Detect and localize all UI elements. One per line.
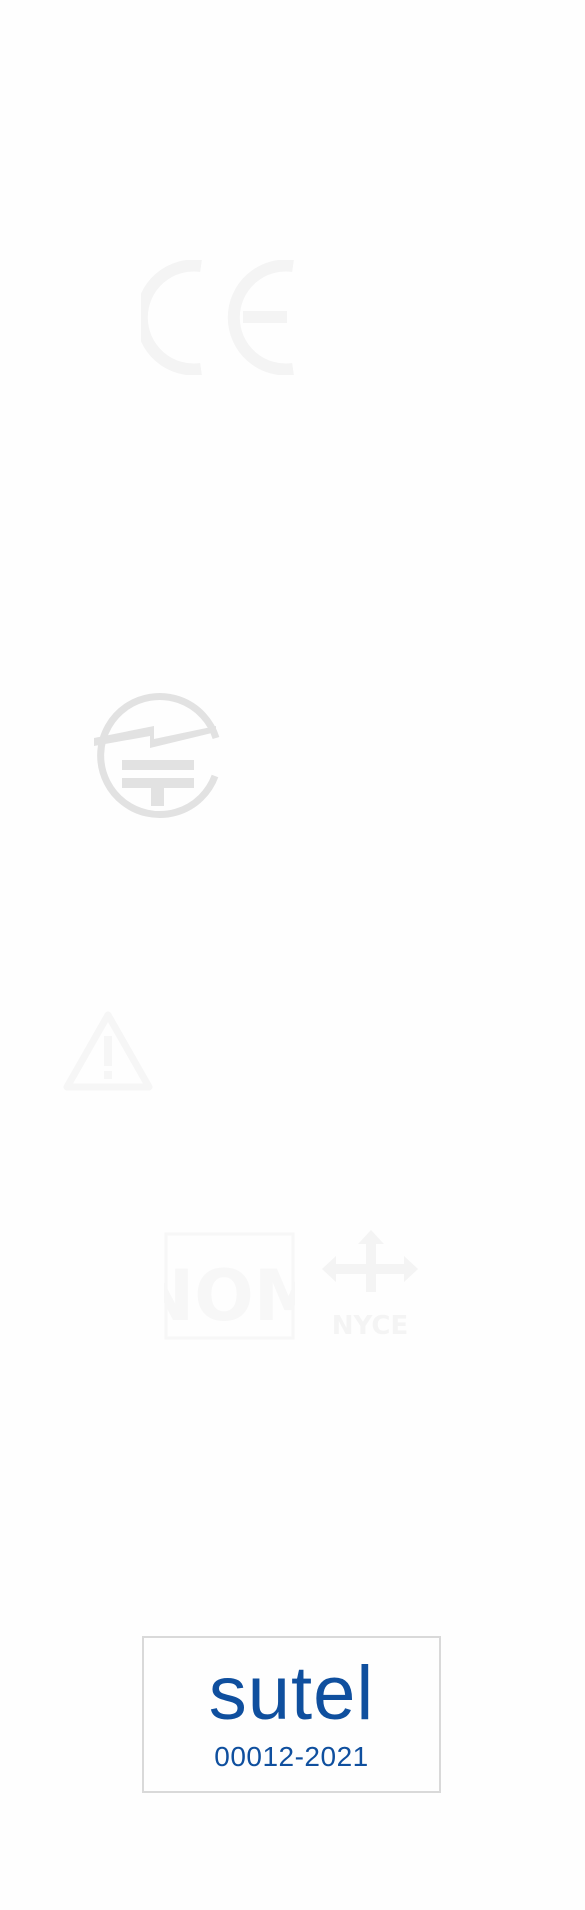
warning-triangle-icon	[63, 1011, 153, 1091]
telec-giteki-mark-icon	[94, 693, 220, 819]
nyce-mark-text: NYCE	[332, 1311, 409, 1340]
nom-mark-icon: NOM	[164, 1232, 295, 1340]
nom-mark-text: NOM	[164, 1255, 295, 1337]
sutel-certification-code: 00012-2021	[214, 1741, 369, 1772]
nyce-mark-icon: NYCE	[322, 1230, 418, 1340]
ce-mark-icon	[141, 260, 294, 375]
sutel-logo-text: sutel	[208, 1651, 375, 1736]
sutel-certification-box: sutel 00012-2021	[142, 1636, 441, 1793]
